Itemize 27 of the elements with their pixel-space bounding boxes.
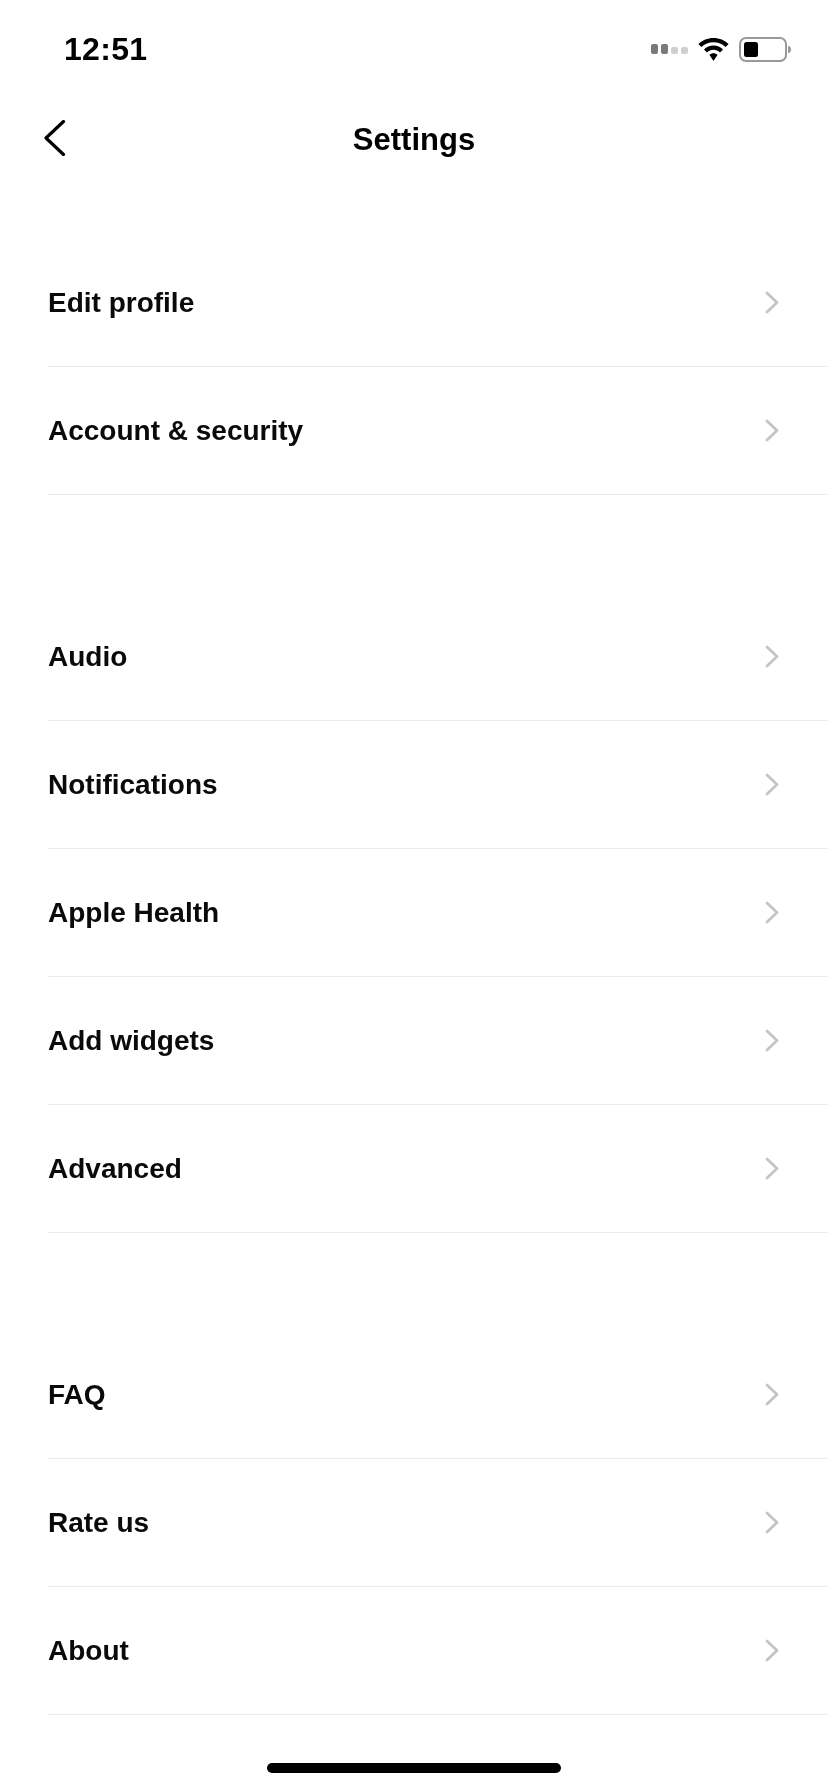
page-title: Settings — [352, 121, 476, 159]
settings-item[interactable]: FAQ — [48, 1331, 828, 1459]
chevron-right-icon — [765, 901, 779, 924]
battery-icon — [739, 36, 791, 62]
settings-item[interactable]: About — [48, 1587, 828, 1715]
chevron-right-icon — [765, 1511, 779, 1534]
settings-item[interactable]: Audio — [48, 593, 828, 721]
settings-item[interactable]: Advanced — [48, 1105, 828, 1233]
settings-item[interactable]: Rate us — [48, 1459, 828, 1587]
chevron-right-icon — [765, 291, 779, 314]
signal-icon — [651, 44, 688, 54]
status-time: 12:51 — [64, 30, 148, 68]
chevron-right-icon — [765, 1639, 779, 1662]
settings-item[interactable]: Edit profile — [48, 239, 828, 367]
settings-item[interactable]: Notifications — [48, 721, 828, 849]
chevron-right-icon — [765, 645, 779, 668]
back-button[interactable] — [43, 120, 66, 156]
settings-item[interactable]: Apple Health — [48, 849, 828, 977]
chevron-right-icon — [765, 773, 779, 796]
chevron-right-icon — [765, 419, 779, 442]
chevron-right-icon — [765, 1383, 779, 1406]
chevron-right-icon — [765, 1157, 779, 1180]
wifi-icon — [698, 37, 729, 61]
settings-item[interactable]: Account & security — [48, 367, 828, 495]
chevron-left-icon — [43, 120, 66, 156]
chevron-right-icon — [765, 1029, 779, 1052]
settings-item[interactable]: Add widgets — [48, 977, 828, 1105]
